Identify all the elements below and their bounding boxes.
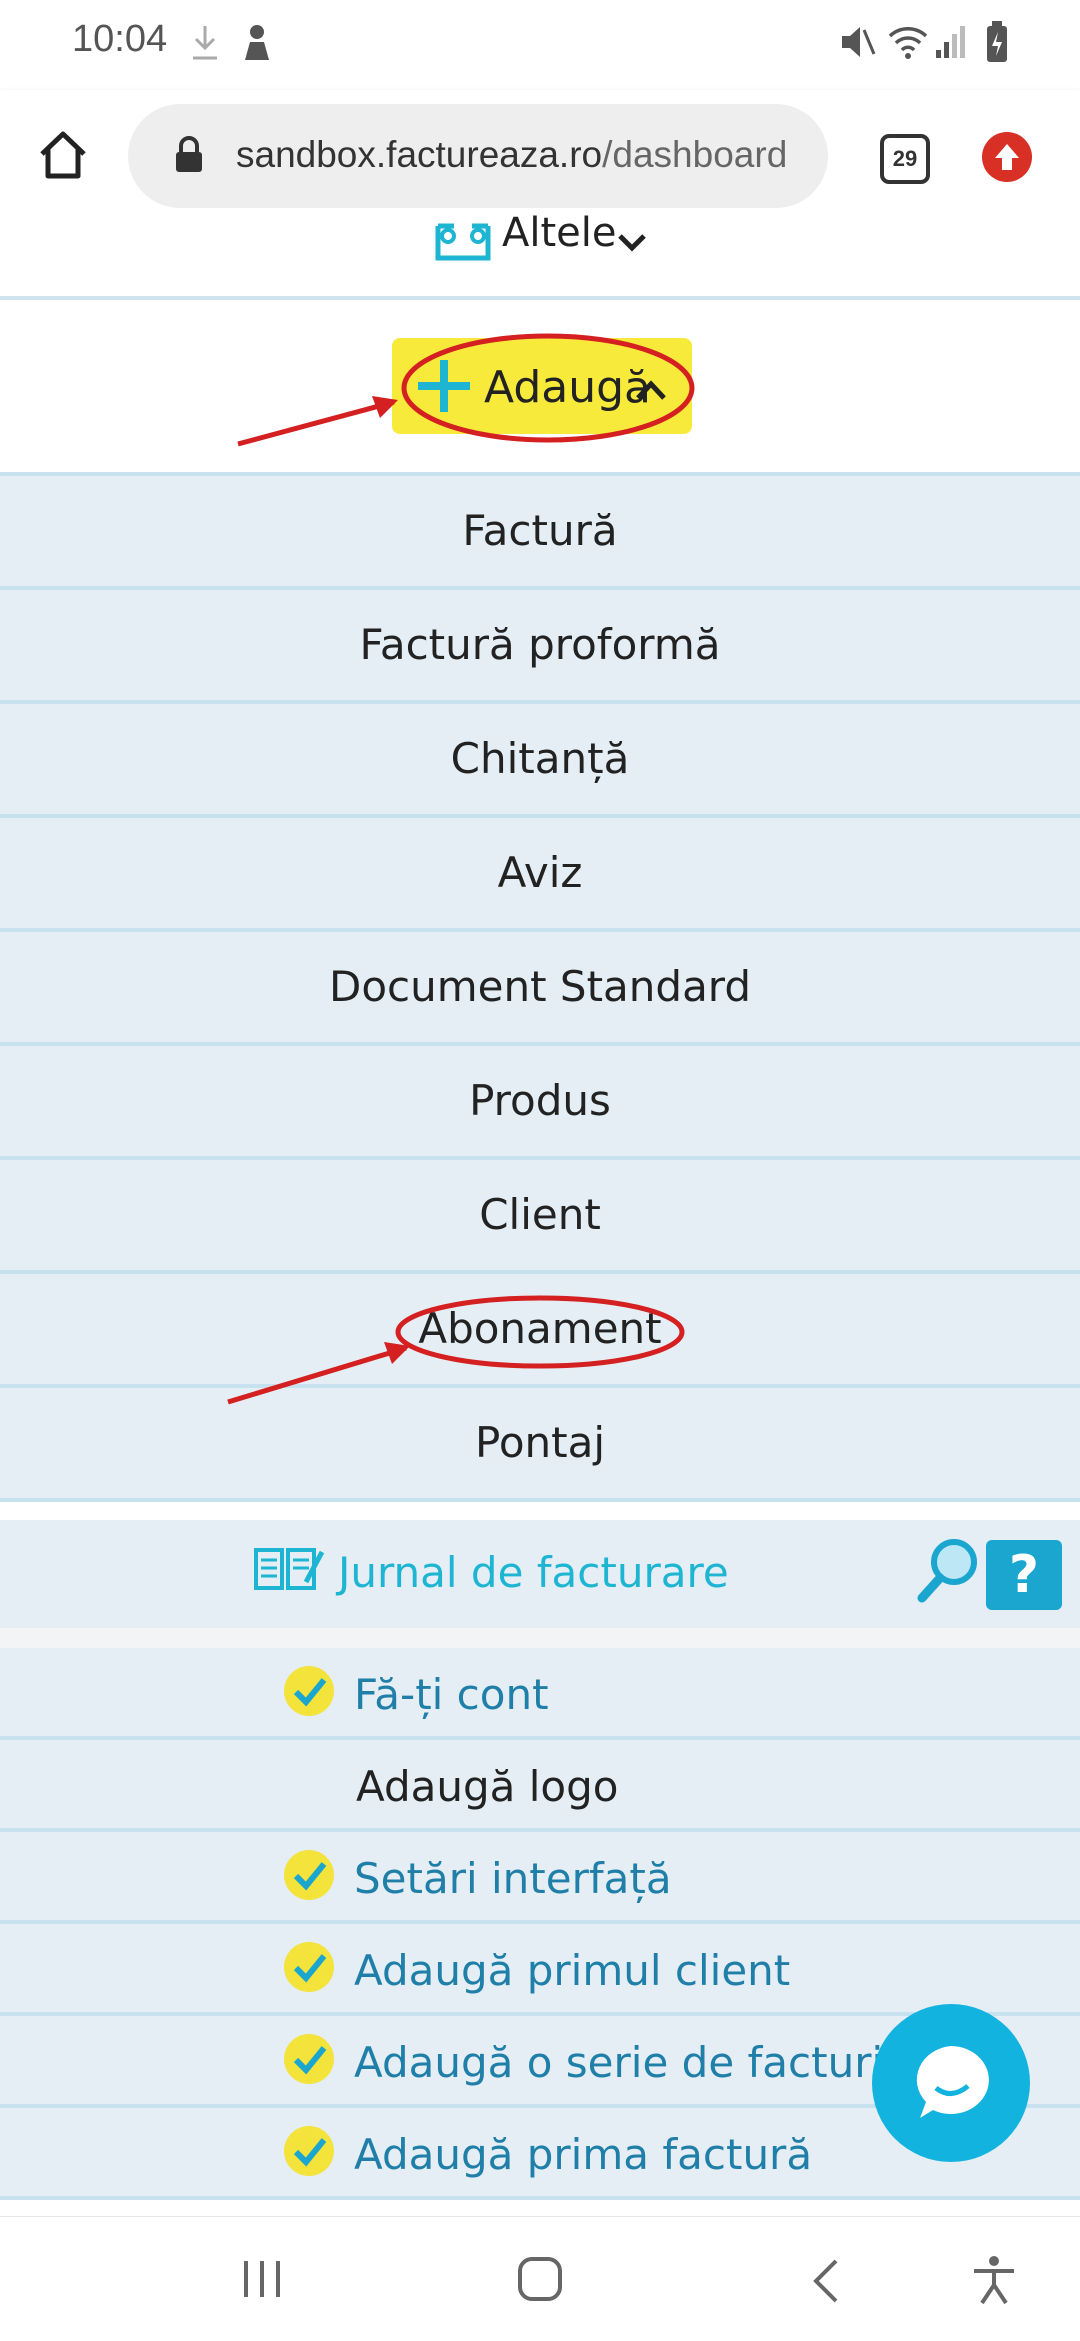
upload-arrow-icon xyxy=(995,144,1019,170)
menu-item-factura-proforma[interactable]: Factură proformă xyxy=(0,586,1080,700)
menu-item-factura[interactable]: Factură xyxy=(0,472,1080,586)
help-button[interactable]: ? xyxy=(986,1540,1062,1610)
status-time: 10:04 xyxy=(72,18,168,60)
status-bar: 10:04 xyxy=(0,0,1080,90)
chevron-down-icon xyxy=(618,234,646,252)
checkmark-icon xyxy=(284,1850,334,1900)
task-label: Adaugă o serie de facturi xyxy=(354,2038,884,2087)
task-label: Setări interfață xyxy=(354,1854,672,1903)
journal-book-icon xyxy=(254,1548,325,1590)
download-icon xyxy=(193,26,217,60)
tab-switcher-button[interactable]: 29 xyxy=(880,134,930,184)
address-bar[interactable]: sandbox.factureaza.ro/dashboard xyxy=(128,104,828,208)
task-label: Adaugă prima factură xyxy=(354,2130,813,2179)
chat-button[interactable] xyxy=(872,2004,1030,2162)
menu-item-client[interactable]: Client xyxy=(0,1156,1080,1270)
checkmark-icon xyxy=(284,2126,334,2176)
app-notification-icon xyxy=(245,25,269,60)
journal-separator xyxy=(0,1628,1080,1648)
task-row[interactable]: Adaugă logo xyxy=(0,1740,1080,1832)
lock-icon xyxy=(176,136,202,172)
task-label: Fă-ți cont xyxy=(354,1670,549,1719)
journal-title[interactable]: Jurnal de facturare xyxy=(338,1548,729,1597)
recent-apps-icon[interactable] xyxy=(238,2257,286,2301)
puzzle-icon xyxy=(435,223,491,261)
mute-icon xyxy=(842,27,876,57)
add-button-label[interactable]: Adaugă xyxy=(484,362,651,413)
menu-item-aviz[interactable]: Aviz xyxy=(0,814,1080,928)
altele-label[interactable]: Altele xyxy=(502,210,617,256)
browser-toolbar: sandbox.factureaza.ro/dashboard 29 xyxy=(0,90,1080,230)
url-host: sandbox.factureaza.ro xyxy=(236,134,603,175)
signal-icon xyxy=(936,26,965,58)
url-path: /dashboard xyxy=(602,134,788,175)
task-row[interactable]: Setări interfață xyxy=(0,1832,1080,1924)
task-label: Adaugă logo xyxy=(356,1762,619,1811)
task-row[interactable]: Fă-ți cont xyxy=(0,1648,1080,1740)
checkmark-icon xyxy=(284,2034,334,2084)
section-divider xyxy=(0,1502,1080,1520)
menu-item-produs[interactable]: Produs xyxy=(0,1042,1080,1156)
home-icon[interactable] xyxy=(36,128,90,182)
search-icon[interactable] xyxy=(916,1536,982,1606)
chevron-up-icon xyxy=(636,380,666,400)
extension-button[interactable] xyxy=(982,132,1032,182)
menu-item-abonament[interactable]: Abonament xyxy=(0,1270,1080,1384)
chat-bubble-icon xyxy=(916,2046,989,2118)
accessibility-icon[interactable] xyxy=(968,2253,1020,2307)
back-icon[interactable] xyxy=(806,2257,846,2305)
checkmark-icon xyxy=(284,1666,334,1716)
system-nav-bar xyxy=(0,2216,1080,2341)
task-label: Adaugă primul client xyxy=(354,1946,791,1995)
checkmark-icon xyxy=(284,1942,334,1992)
wifi-icon xyxy=(888,27,928,59)
plus-icon xyxy=(418,360,470,412)
battery-icon xyxy=(987,21,1007,62)
menu-item-chitanta[interactable]: Chitanță xyxy=(0,700,1080,814)
menu-item-pontaj[interactable]: Pontaj xyxy=(0,1384,1080,1502)
task-row[interactable]: Adaugă primul client xyxy=(0,1924,1080,2016)
menu-item-document-standard[interactable]: Document Standard xyxy=(0,928,1080,1042)
home-nav-icon[interactable] xyxy=(516,2255,564,2303)
